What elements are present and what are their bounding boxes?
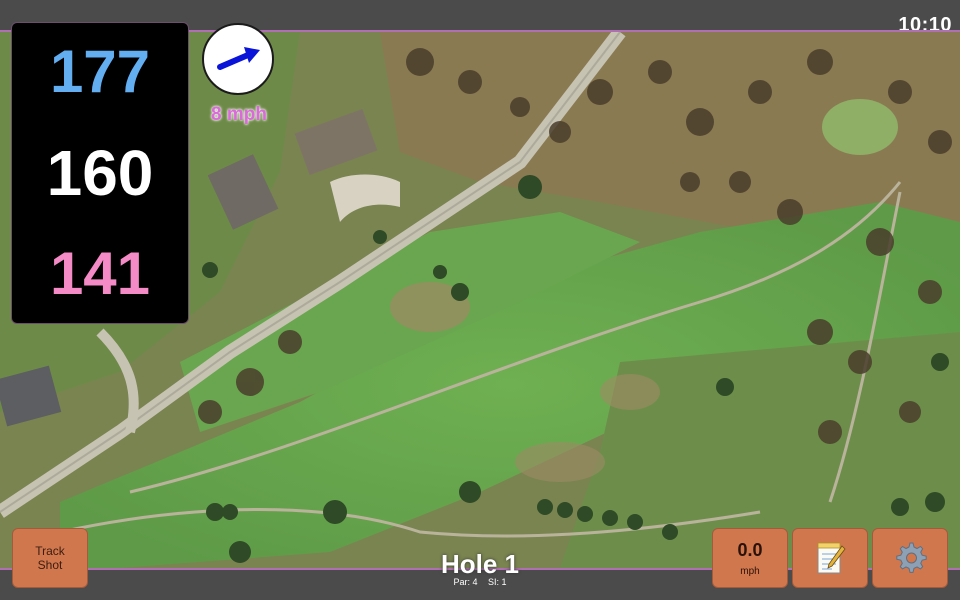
settings-button[interactable] [872, 528, 948, 588]
speed-button[interactable]: 0.0 mph [712, 528, 788, 588]
track-shot-button[interactable]: Track Shot [12, 528, 88, 588]
hole-title: Hole 1 [440, 549, 520, 579]
speed-unit: mph [740, 565, 760, 577]
scorecard-button[interactable] [792, 528, 868, 588]
distance-panel: 177 160 141 [11, 22, 189, 324]
hole-par: Par: 4 [453, 577, 478, 587]
arrow-icon [217, 47, 260, 70]
middle-distance: 160 [46, 136, 154, 209]
gear-icon [896, 542, 927, 573]
notepad-icon [817, 542, 846, 574]
wind-speed-label: 8 mph [211, 104, 267, 125]
speed-value: 0.0 [737, 539, 763, 560]
track-shot-label: Track Shot [35, 543, 65, 572]
front-distance: 141 [49, 239, 151, 307]
hole-stroke-index: SI: 1 [488, 577, 507, 587]
wind-direction-indicator [202, 23, 274, 95]
hole-info: Par: 4 SI: 1 [380, 577, 580, 587]
back-distance: 177 [49, 38, 151, 106]
